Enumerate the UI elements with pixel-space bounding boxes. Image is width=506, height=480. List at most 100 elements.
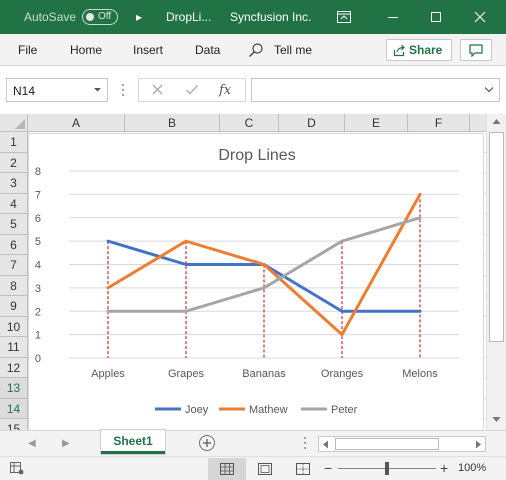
status-bar: − + 100%: [0, 456, 506, 480]
share-label: Share: [409, 43, 443, 57]
search-icon[interactable]: [248, 42, 264, 58]
legend-item-joey[interactable]: Joey: [155, 404, 209, 416]
plus-icon: [203, 439, 211, 447]
expand-formula-icon[interactable]: [484, 85, 494, 94]
row-header-2[interactable]: 2: [0, 152, 28, 173]
row-header-4[interactable]: 4: [0, 193, 28, 214]
resize-handle-icon[interactable]: [118, 82, 128, 98]
row-header-3[interactable]: 3: [0, 173, 28, 194]
y-tick-label: 2: [35, 306, 41, 318]
zoom-level[interactable]: 100%: [458, 462, 486, 474]
chevron-down-icon[interactable]: [93, 85, 102, 94]
more-icon[interactable]: ▸: [136, 10, 142, 24]
column-header-c[interactable]: C: [220, 114, 279, 132]
tab-split-handle-icon[interactable]: [302, 435, 308, 451]
macro-record-icon[interactable]: [10, 462, 24, 475]
minimize-button[interactable]: [373, 0, 413, 34]
chart-object[interactable]: Drop Lines 0 1 2 3 4 5 6 7 8 Apples Grapes Bananas O…: [28, 133, 484, 431]
y-tick-label: 3: [35, 283, 41, 295]
legend-item-peter[interactable]: Peter: [301, 404, 358, 416]
chart-title[interactable]: Drop Lines: [218, 147, 295, 164]
column-header-e[interactable]: E: [345, 114, 408, 132]
row-header-15[interactable]: 15: [0, 419, 28, 430]
scroll-right-icon[interactable]: [475, 440, 482, 449]
ribbon-display-options-button[interactable]: [324, 0, 364, 34]
autosave-state: Off: [98, 11, 112, 22]
sheet-tab-label: Sheet1: [113, 434, 153, 448]
name-box-value: N14: [13, 84, 36, 98]
share-button[interactable]: Share: [386, 39, 452, 61]
previous-sheet-icon[interactable]: ◀: [28, 438, 36, 449]
x-tick-label: Melons: [402, 368, 438, 380]
column-header-f[interactable]: F: [408, 114, 470, 132]
formula-input[interactable]: [251, 78, 500, 102]
comments-button[interactable]: [460, 39, 492, 61]
scroll-up-icon[interactable]: [492, 118, 501, 125]
row-header-11[interactable]: 11: [0, 337, 28, 358]
vertical-scrollbar[interactable]: [486, 114, 506, 430]
horizontal-scroll-thumb[interactable]: [335, 438, 439, 450]
comment-icon: [469, 43, 483, 57]
row-header-9[interactable]: 9: [0, 296, 28, 317]
tab-file[interactable]: File: [18, 43, 37, 57]
row-header-13[interactable]: 13: [0, 378, 28, 399]
legend-label: Joey: [185, 404, 209, 416]
page-break-view-button[interactable]: [284, 458, 322, 480]
row-header-14[interactable]: 14: [0, 398, 28, 419]
y-tick-label: 5: [35, 236, 41, 248]
toggle-knob: [86, 13, 94, 21]
row-header-10[interactable]: 10: [0, 316, 28, 337]
vertical-scroll-thumb[interactable]: [489, 132, 504, 342]
row-header-7[interactable]: 7: [0, 255, 28, 276]
row-header-12[interactable]: 12: [0, 357, 28, 378]
close-icon: [474, 11, 486, 23]
check-icon[interactable]: [185, 83, 199, 96]
formula-bar: N14 fx: [0, 66, 506, 114]
x-tick-label: Oranges: [321, 368, 364, 380]
tell-me-search[interactable]: Tell me: [274, 43, 312, 57]
horizontal-scrollbar[interactable]: [318, 436, 486, 452]
insert-function-icon[interactable]: fx: [219, 83, 231, 98]
legend-item-mathew[interactable]: Mathew: [219, 404, 288, 416]
zoom-out-button[interactable]: −: [324, 460, 332, 476]
page-break-icon: [296, 463, 310, 475]
next-sheet-icon[interactable]: ▶: [62, 438, 70, 449]
line-chart: Drop Lines 0 1 2 3 4 5 6 7 8 Apples Grapes Bananas O…: [35, 147, 459, 416]
tab-insert[interactable]: Insert: [133, 43, 163, 57]
sheet-tab-sheet1[interactable]: Sheet1: [101, 430, 165, 454]
cancel-icon[interactable]: [151, 83, 164, 96]
grid-view-icon: [220, 463, 234, 475]
name-box[interactable]: N14: [6, 78, 108, 102]
row-header-1[interactable]: 1: [0, 132, 28, 153]
minimize-icon: [388, 17, 398, 18]
tab-home[interactable]: Home: [70, 43, 102, 57]
select-all-corner[interactable]: [0, 114, 28, 132]
document-title: DropLi...: [166, 10, 212, 24]
add-sheet-button[interactable]: [199, 435, 215, 451]
column-header-a[interactable]: A: [28, 114, 125, 132]
row-header-5[interactable]: 5: [0, 214, 28, 235]
zoom-in-button[interactable]: +: [440, 460, 448, 476]
zoom-slider-thumb[interactable]: [385, 462, 389, 475]
scroll-down-icon[interactable]: [492, 416, 501, 423]
y-tick-label: 7: [35, 189, 41, 201]
scroll-left-icon[interactable]: [322, 440, 329, 449]
column-header-b[interactable]: B: [125, 114, 220, 132]
page-layout-view-button[interactable]: [246, 458, 284, 480]
sheet-tabs-bar: ◀ ▶ Sheet1: [0, 430, 506, 456]
row-header-8[interactable]: 8: [0, 275, 28, 296]
close-button[interactable]: [460, 0, 500, 34]
maximize-button[interactable]: [416, 0, 456, 34]
normal-view-button[interactable]: [208, 458, 246, 480]
column-header-d[interactable]: D: [279, 114, 345, 132]
row-header-6[interactable]: 6: [0, 234, 28, 255]
y-tick-label: 1: [35, 330, 41, 342]
formula-buttons: fx: [138, 78, 246, 102]
column-header-partial[interactable]: [470, 114, 486, 132]
tab-data[interactable]: Data: [195, 43, 220, 57]
autosave-toggle[interactable]: Off: [82, 9, 118, 25]
legend-label: Mathew: [249, 404, 288, 416]
x-tick-label: Bananas: [242, 368, 286, 380]
account-name[interactable]: Syncfusion Inc.: [230, 10, 311, 24]
y-tick-label: 8: [35, 166, 41, 178]
